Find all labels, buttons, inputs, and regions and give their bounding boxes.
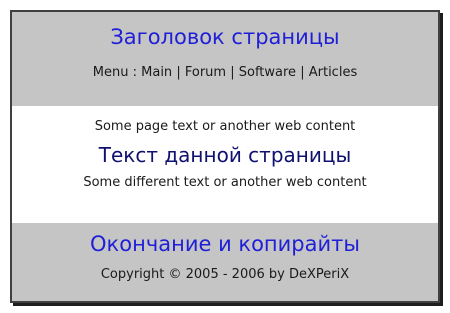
menu-link-software[interactable]: Software (239, 65, 296, 80)
footer-section: Окончание и копирайты Copyright © 2005 -… (12, 223, 438, 301)
nav-menu: Menu : Main | Forum | Software | Article… (12, 65, 438, 81)
page-title: Заголовок страницы (110, 25, 340, 49)
content-title: Текст данной страницы (98, 143, 352, 167)
content-text-bottom: Some different text or another web conte… (83, 175, 367, 190)
menu-link-forum[interactable]: Forum (185, 65, 226, 80)
menu-label: Menu : (92, 65, 137, 80)
content-section: Some page text or another web content Те… (12, 106, 438, 223)
header-section: Заголовок страницы Menu : Main | Forum |… (12, 12, 438, 106)
copyright-text: Copyright © 2005 - 2006 by DeXPeriX (100, 267, 350, 282)
menu-separator: | (176, 65, 181, 80)
menu-separator: | (300, 65, 305, 80)
footer-title: Окончание и копирайты (90, 232, 360, 256)
content-text-top: Some page text or another web content (94, 119, 356, 134)
menu-separator: | (230, 65, 235, 80)
menu-link-main[interactable]: Main (141, 65, 172, 80)
page-frame: Заголовок страницы Menu : Main | Forum |… (10, 10, 440, 303)
menu-link-articles[interactable]: Articles (309, 65, 357, 80)
